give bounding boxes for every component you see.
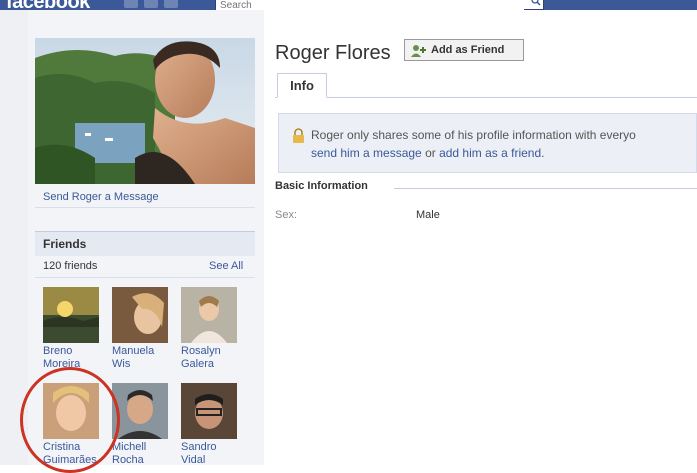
sex-label: Sex:	[275, 209, 298, 221]
search-icon[interactable]	[531, 0, 541, 6]
divider	[35, 277, 255, 278]
notice-line: Roger only shares some of his profile in…	[311, 128, 636, 142]
add-friend-notice-link[interactable]: add him as a friend	[439, 146, 541, 160]
highlight-circle	[20, 367, 120, 473]
tab-info[interactable]: Info	[277, 73, 327, 98]
friend-name[interactable]: Michell Rocha	[112, 441, 170, 467]
friend-avatar[interactable]	[43, 287, 99, 343]
lock-icon	[293, 128, 304, 143]
friend-item[interactable]: Sandro Vidal	[181, 383, 239, 467]
friend-requests-icon[interactable]	[124, 0, 138, 8]
friend-avatar[interactable]	[181, 287, 237, 343]
send-message-notice-link[interactable]: send him a message	[311, 146, 422, 160]
privacy-notice-text: Roger only shares some of his profile in…	[311, 126, 697, 162]
section-divider	[394, 188, 697, 189]
notice-connector: or	[421, 146, 440, 160]
profile-name: Roger Flores	[275, 42, 391, 64]
friend-avatar[interactable]	[181, 383, 237, 439]
friend-item[interactable]: Manuela Wis	[112, 287, 170, 371]
friend-item[interactable]: Michell Rocha	[112, 383, 170, 467]
notifications-icon[interactable]	[164, 0, 178, 8]
friend-name[interactable]: Sandro Vidal	[181, 441, 239, 467]
add-friend-label: Add as Friend	[431, 44, 505, 56]
privacy-notice: Roger only shares some of his profile in…	[278, 113, 697, 173]
friends-title[interactable]: Friends	[43, 237, 86, 251]
send-message-link[interactable]: Send Roger a Message	[43, 191, 159, 203]
friends-box-header: Friends	[35, 231, 255, 256]
main-column	[264, 10, 697, 465]
friend-item[interactable]: Breno Moreira	[43, 287, 101, 371]
see-all-link[interactable]: See All	[209, 260, 243, 272]
friend-name[interactable]: Rosalyn Galera	[181, 345, 239, 371]
messages-icon[interactable]	[144, 0, 158, 8]
add-friend-icon	[411, 44, 426, 57]
tabs-divider	[275, 97, 697, 98]
search-box[interactable]	[215, 0, 544, 12]
friend-avatar[interactable]	[112, 383, 168, 439]
add-friend-button[interactable]: Add as Friend	[404, 39, 524, 61]
friend-avatar[interactable]	[112, 287, 168, 343]
notification-icons	[124, 0, 178, 8]
friend-item[interactable]: Rosalyn Galera	[181, 287, 239, 371]
basic-info-title: Basic Information	[275, 180, 368, 192]
notice-end: .	[541, 146, 545, 160]
top-bar: facebook	[0, 0, 697, 13]
profile-photo[interactable]	[35, 38, 255, 184]
friends-count: 120 friends	[43, 260, 98, 272]
divider	[35, 207, 255, 208]
sex-value: Male	[416, 209, 440, 221]
friend-name[interactable]: Manuela Wis	[112, 345, 170, 371]
